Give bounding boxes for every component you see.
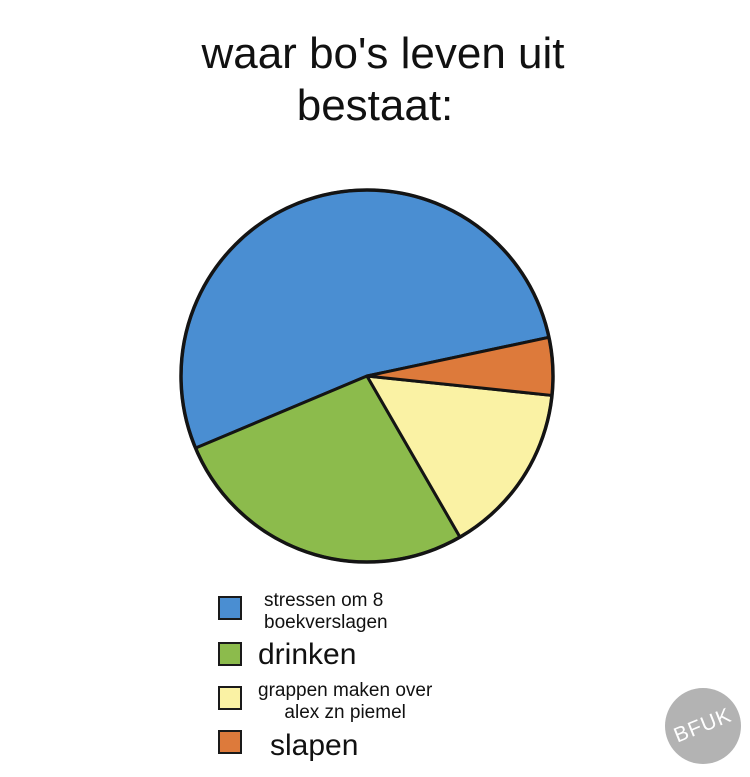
pie-chart — [179, 188, 555, 564]
legend-label-grappen: grappen maken over alex zn piemel — [258, 680, 432, 724]
legend-label-stressen: stressen om 8 boekverslagen — [264, 590, 388, 634]
legend-label-drinken: drinken — [258, 638, 357, 671]
legend-label-stressen-line-2: boekverslagen — [264, 612, 388, 633]
legend-label-grappen-line-2: alex zn piemel — [284, 702, 406, 723]
watermark-text: BFUK — [670, 703, 735, 748]
legend-label-stressen-line-1: stressen om 8 — [264, 590, 384, 611]
watermark-logo: BFUK — [665, 688, 741, 764]
legend-label-slapen: slapen — [270, 729, 359, 762]
legend-swatch-slapen — [218, 730, 242, 754]
legend-swatch-stressen — [218, 596, 242, 620]
legend-label-grappen-line-1: grappen maken over — [258, 680, 433, 701]
legend-swatch-grappen — [218, 686, 242, 710]
legend-swatch-drinken — [218, 642, 242, 666]
